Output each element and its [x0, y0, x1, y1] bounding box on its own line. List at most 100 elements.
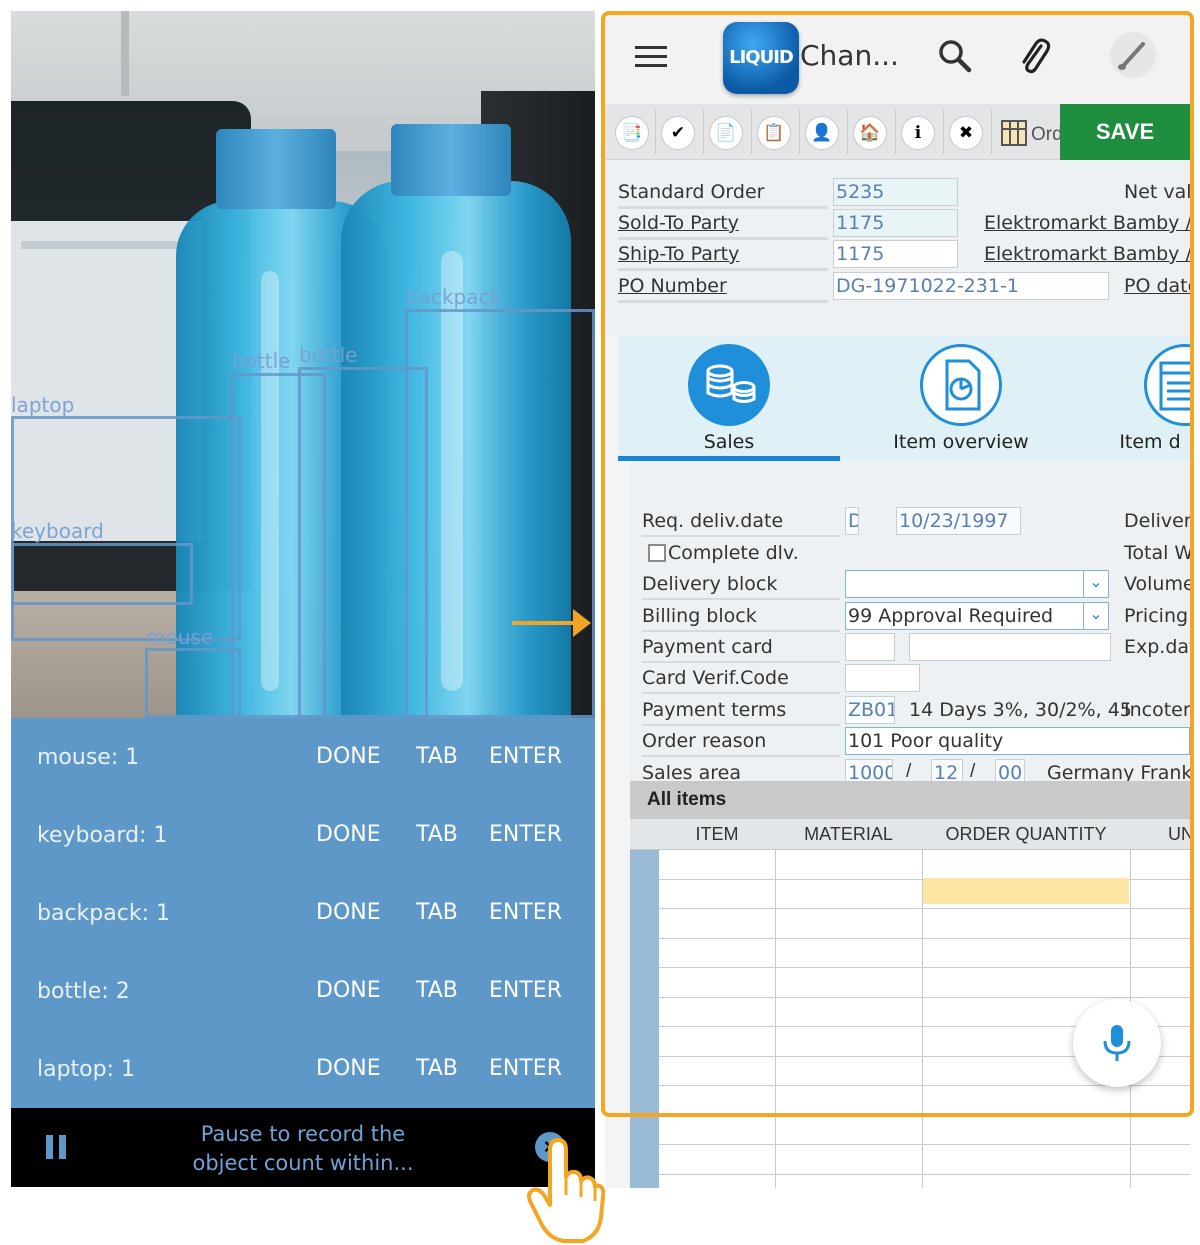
- po-number-link[interactable]: PO Number: [618, 275, 727, 297]
- detection-box-mouse: [145, 648, 241, 718]
- column-header-unit[interactable]: UN: [1130, 819, 1190, 850]
- done-button[interactable]: DONE: [316, 744, 381, 769]
- bottom-bar: Pause to record the object count within.…: [11, 1108, 595, 1187]
- incoterms-label: Incoter: [1124, 699, 1190, 721]
- selected-order-quantity-cell[interactable]: [923, 878, 1129, 904]
- count-label: bottle: 2: [37, 979, 130, 1004]
- tab-item-overview[interactable]: Item overview: [850, 336, 1072, 461]
- arrow-icon: [512, 621, 574, 625]
- detection-label-laptop: laptop: [11, 393, 75, 417]
- delivery-block-label: Delivery block: [642, 573, 778, 595]
- house-icon[interactable]: 🏠: [853, 116, 887, 150]
- tab-item-detail[interactable]: Item d: [1098, 336, 1190, 461]
- table-row[interactable]: [659, 850, 1190, 880]
- chevron-down-icon[interactable]: ⌄: [1083, 570, 1109, 598]
- complete-dlv-checkbox[interactable]: [648, 544, 666, 562]
- detection-label-bottle: bottle: [232, 349, 291, 373]
- ship-to-field[interactable]: 1175: [833, 240, 958, 268]
- count-label: laptop: 1: [37, 1057, 136, 1082]
- table-row[interactable]: [659, 909, 1190, 939]
- payment-card-label: Payment card: [642, 636, 773, 658]
- check-cancel-icon[interactable]: ✔: [661, 116, 695, 150]
- save-button[interactable]: SAVE: [1060, 104, 1190, 160]
- total-weight-label: Total W: [1124, 542, 1190, 564]
- done-button[interactable]: DONE: [316, 822, 381, 847]
- enter-button[interactable]: ENTER: [489, 900, 562, 925]
- row-selector-header[interactable]: [630, 819, 659, 850]
- brush-icon[interactable]: [1110, 32, 1156, 78]
- card-verif-field[interactable]: [845, 664, 920, 692]
- table-row[interactable]: [659, 939, 1190, 968]
- search-icon[interactable]: [935, 36, 975, 76]
- row-selector-column[interactable]: [630, 850, 659, 1188]
- tab-label: Item d: [1119, 431, 1181, 453]
- enter-button[interactable]: ENTER: [489, 1056, 562, 1081]
- ship-to-name[interactable]: Elektromarkt Bamby / /: [984, 243, 1190, 265]
- delivery-block-select[interactable]: [845, 570, 1085, 598]
- billing-block-select[interactable]: 99 Approval Required: [845, 602, 1085, 630]
- sold-to-name[interactable]: Elektromarkt Bamby / /: [984, 212, 1190, 234]
- copy-doc-icon[interactable]: 📑: [615, 116, 649, 150]
- enter-button[interactable]: ENTER: [489, 822, 562, 847]
- date-format-field[interactable]: D: [845, 507, 859, 535]
- window-frame: [121, 11, 129, 96]
- list-item: keyboard: 1 DONE TAB ENTER: [11, 796, 595, 874]
- done-button[interactable]: DONE: [316, 978, 381, 1003]
- sold-to-field[interactable]: 1175: [833, 209, 958, 237]
- enter-button[interactable]: ENTER: [489, 744, 562, 769]
- payment-terms-field[interactable]: ZB01: [845, 696, 895, 724]
- order-type-label: Standard Order: [618, 181, 765, 203]
- table-row[interactable]: [659, 968, 1190, 998]
- doc-arrow-icon[interactable]: 📄: [709, 116, 743, 150]
- column-header-order-quantity[interactable]: ORDER QUANTITY: [922, 819, 1130, 850]
- doc-delete-icon[interactable]: ✖: [949, 116, 983, 150]
- enter-button[interactable]: ENTER: [489, 978, 562, 1003]
- bottle-cap-left: [216, 129, 336, 209]
- complete-dlv-label: Complete dlv.: [668, 542, 799, 564]
- po-number-field[interactable]: DG-1971022-231-1: [833, 272, 1109, 300]
- done-button[interactable]: DONE: [316, 900, 381, 925]
- ship-to-link[interactable]: Ship-To Party: [618, 243, 739, 265]
- order-reason-select[interactable]: 101 Poor quality: [845, 727, 1190, 755]
- doc-list-icon[interactable]: 📋: [757, 116, 791, 150]
- po-date-link[interactable]: PO date: [1124, 275, 1190, 297]
- status-line: Pause to record the: [200, 1122, 406, 1146]
- count-label: backpack: 1: [37, 901, 170, 926]
- separator: /: [970, 761, 976, 782]
- pause-icon[interactable]: [46, 1135, 68, 1159]
- tab-button[interactable]: TAB: [416, 744, 458, 769]
- chevron-down-icon[interactable]: ⌄: [1083, 602, 1109, 630]
- coins-icon: [688, 344, 770, 426]
- orders-grid-button[interactable]: Ord: [1001, 116, 1063, 150]
- status-text: Pause to record the object count within.…: [161, 1120, 445, 1178]
- order-number-field[interactable]: 5235: [833, 178, 958, 206]
- tab-button[interactable]: TAB: [416, 978, 458, 1003]
- table-row[interactable]: [659, 1086, 1190, 1116]
- doc-info-icon[interactable]: ℹ: [901, 116, 935, 150]
- order-header-form: Standard Order 5235 Net valu Sold-To Par…: [605, 160, 1190, 336]
- payment-terms-desc: 14 Days 3%, 30/2%, 45: [909, 699, 1132, 721]
- partner-icon[interactable]: 👤: [805, 116, 839, 150]
- status-line: object count within...: [192, 1151, 414, 1175]
- column-header-item[interactable]: ITEM: [659, 819, 775, 850]
- table-row[interactable]: [659, 1116, 1190, 1145]
- column-header-material[interactable]: MATERIAL: [775, 819, 922, 850]
- object-count-list: mouse: 1 DONE TAB ENTER keyboard: 1 DONE…: [11, 718, 595, 1108]
- logo-text: LIQUID: [729, 47, 794, 68]
- done-button[interactable]: DONE: [316, 1056, 381, 1081]
- sold-to-link[interactable]: Sold-To Party: [618, 212, 739, 234]
- payment-card-type-field[interactable]: [845, 633, 895, 661]
- detection-box-backpack: [405, 309, 595, 718]
- table-row[interactable]: [659, 1145, 1190, 1175]
- tab-sales[interactable]: Sales: [618, 336, 840, 461]
- app-title: Chan...: [800, 39, 899, 72]
- req-deliv-date-field[interactable]: 10/23/1997: [896, 507, 1021, 535]
- microphone-button[interactable]: [1073, 999, 1161, 1087]
- toolbar: 📑 ✔ 📄 📋 👤 🏠 ℹ ✖ Ord SAVE: [605, 104, 1190, 160]
- tab-button[interactable]: TAB: [416, 1056, 458, 1081]
- hamburger-icon[interactable]: [635, 46, 667, 68]
- tab-button[interactable]: TAB: [416, 900, 458, 925]
- payment-card-number-field[interactable]: [909, 633, 1111, 661]
- paperclip-icon[interactable]: [1015, 36, 1055, 76]
- tab-button[interactable]: TAB: [416, 822, 458, 847]
